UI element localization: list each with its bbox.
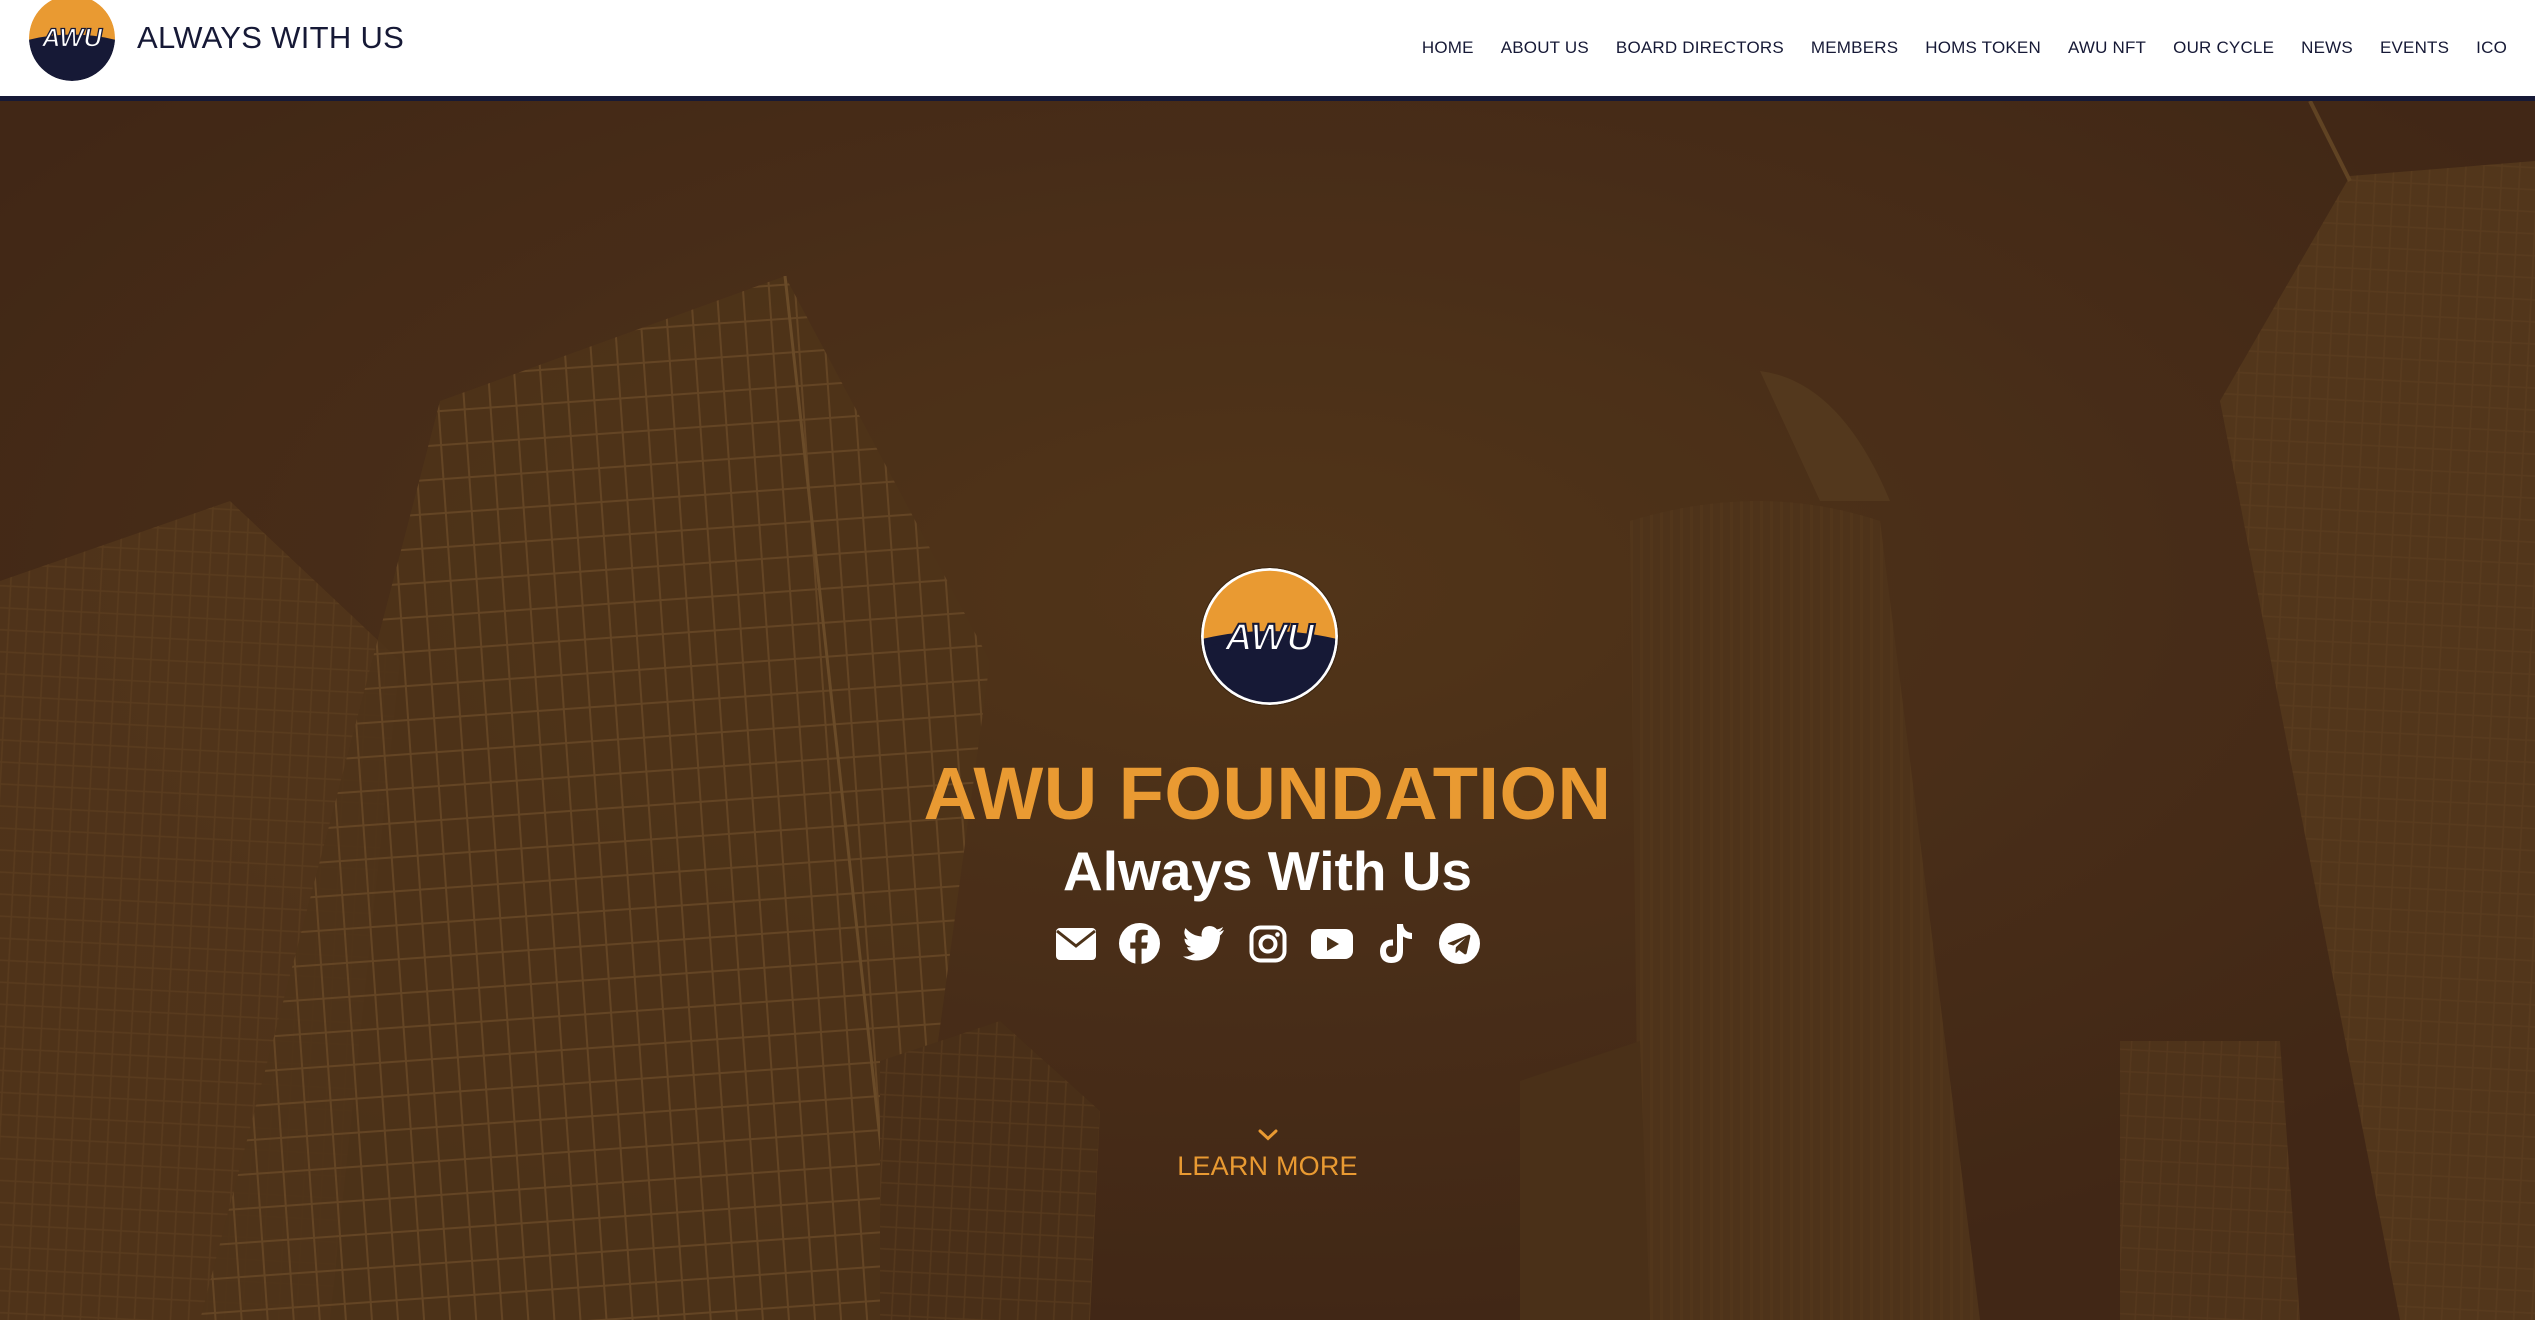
nav-item-our-cycle[interactable]: OUR CYCLE xyxy=(2173,38,2274,58)
telegram-icon[interactable] xyxy=(1438,922,1481,965)
nav-item-board-directors[interactable]: BOARD DIRECTORS xyxy=(1616,38,1784,58)
site-title: ALWAYS WITH US xyxy=(137,20,405,55)
social-links xyxy=(0,922,2535,965)
learn-more-label: LEARN MORE xyxy=(1177,1151,1358,1181)
hero-subtitle: Always With Us xyxy=(1062,840,1473,902)
nav-item-news[interactable]: NEWS xyxy=(2301,38,2353,58)
brand-link[interactable]: AWU ALWAYS WITH US xyxy=(29,0,404,84)
svg-text:AWU: AWU xyxy=(41,25,104,53)
hero-title: AWU FOUNDATION xyxy=(923,752,1612,835)
nav-item-home[interactable]: HOME xyxy=(1422,38,1474,58)
nav-item-members[interactable]: MEMBERS xyxy=(1811,38,1898,58)
twitter-icon[interactable] xyxy=(1182,922,1225,965)
learn-more-link[interactable]: LEARN MORE xyxy=(0,1129,2535,1182)
hero-section: AWU AWU FOUNDATION Always With Us LEARN … xyxy=(0,101,2535,1320)
main-nav: HOME ABOUT US BOARD DIRECTORS MEMBERS HO… xyxy=(1395,0,2507,96)
awu-logo: AWU xyxy=(29,0,115,81)
nav-item-about-us[interactable]: ABOUT US xyxy=(1501,38,1589,58)
facebook-icon[interactable] xyxy=(1118,922,1161,965)
nav-item-homs-token[interactable]: HOMS TOKEN xyxy=(1925,38,2041,58)
nav-item-ico[interactable]: ICO xyxy=(2476,38,2507,58)
hero-awu-logo: AWU xyxy=(1201,568,1338,705)
chevron-down-icon xyxy=(1258,1129,1277,1141)
instagram-icon[interactable] xyxy=(1246,922,1289,965)
site-header: AWU ALWAYS WITH US HOME ABOUT US BOARD D… xyxy=(0,0,2535,101)
svg-text:AWU: AWU xyxy=(1224,616,1316,659)
nav-item-awu-nft[interactable]: AWU NFT xyxy=(2068,38,2146,58)
tiktok-icon[interactable] xyxy=(1374,922,1417,965)
envelope-icon[interactable] xyxy=(1054,922,1097,965)
youtube-icon[interactable] xyxy=(1310,922,1353,965)
nav-item-events[interactable]: EVENTS xyxy=(2380,38,2449,58)
